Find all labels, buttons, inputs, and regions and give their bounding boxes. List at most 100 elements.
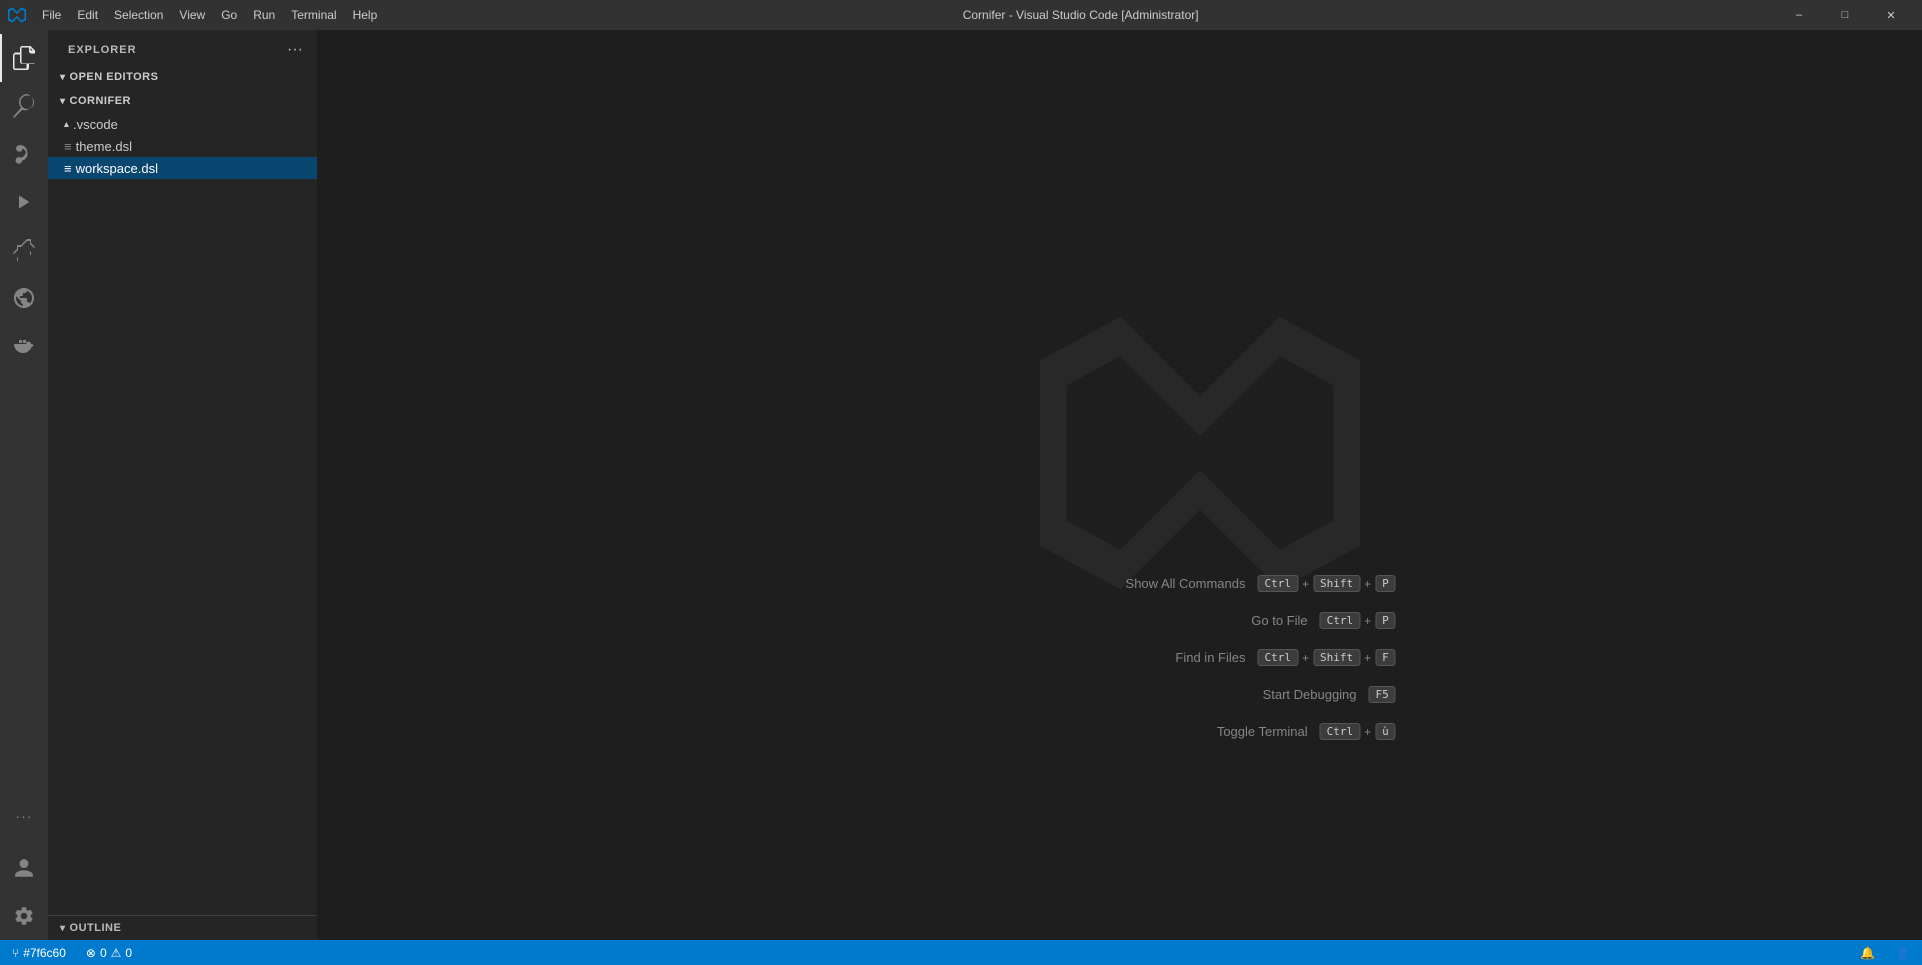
tree-theme-dsl[interactable]: ≡ theme.dsl — [48, 135, 317, 157]
close-button[interactable]: ✕ — [1868, 0, 1914, 30]
activity-more[interactable]: ··· — [0, 792, 48, 840]
status-account[interactable]: 👤 — [1891, 940, 1914, 965]
activity-settings[interactable] — [0, 892, 48, 940]
menu-help[interactable]: Help — [345, 5, 386, 25]
accounts-icon — [13, 857, 35, 879]
explorer-icon — [13, 46, 37, 70]
plus-3: + — [1364, 614, 1371, 628]
warning-count: 0 — [125, 946, 132, 960]
warning-icon: ⚠ — [111, 946, 122, 960]
toggle-terminal-keys: Ctrl + ù — [1320, 723, 1396, 740]
key-ctrl-3: Ctrl — [1257, 649, 1298, 666]
menu-selection[interactable]: Selection — [106, 5, 171, 25]
account-icon: 👤 — [1895, 946, 1910, 960]
plus-2: + — [1364, 577, 1371, 591]
status-left: ⑂ #7f6c60 ⊗ 0 ⚠ 0 — [8, 940, 136, 965]
sidebar-more-button[interactable]: ··· — [285, 39, 305, 61]
outline-section: ▾ OUTLINE — [48, 915, 317, 940]
shortcut-go-to-file: Go to File Ctrl + P — [1105, 612, 1395, 629]
menu-view[interactable]: View — [171, 5, 213, 25]
status-branch[interactable]: ⑂ #7f6c60 — [8, 940, 70, 965]
status-right: 🔔 👤 — [1856, 940, 1914, 965]
git-branch-icon: ⑂ — [12, 946, 19, 960]
tree-workspace-dsl[interactable]: ≡ workspace.dsl — [48, 157, 317, 179]
maximize-button[interactable]: □ — [1822, 0, 1868, 30]
key-shift-2: Shift — [1313, 649, 1360, 666]
more-icon: ··· — [16, 808, 33, 824]
status-errors[interactable]: ⊗ 0 ⚠ 0 — [82, 940, 136, 965]
plus-6: + — [1364, 725, 1371, 739]
branch-name: #7f6c60 — [23, 946, 66, 960]
shortcuts-list: Show All Commands Ctrl + Shift + P Go to… — [1105, 575, 1395, 740]
show-all-commands-keys: Ctrl + Shift + P — [1257, 575, 1395, 592]
status-notifications[interactable]: 🔔 — [1856, 940, 1879, 965]
menu-file[interactable]: File — [34, 5, 69, 25]
vscode-chevron: ▸ — [61, 121, 72, 126]
window-controls: – □ ✕ — [1776, 0, 1914, 30]
file-icon: ≡ — [64, 139, 72, 154]
shortcut-toggle-terminal: Toggle Terminal Ctrl + ù — [1105, 723, 1395, 740]
workspace-dsl-label: workspace.dsl — [76, 161, 317, 176]
cornifer-section[interactable]: ▾ CORNIFER — [48, 89, 317, 113]
start-debugging-label: Start Debugging — [1217, 687, 1357, 702]
key-ctrl-1: Ctrl — [1257, 575, 1298, 592]
menu-go[interactable]: Go — [213, 5, 245, 25]
window-title: Cornifer - Visual Studio Code [Administr… — [385, 8, 1776, 22]
activity-run-debug[interactable] — [0, 178, 48, 226]
key-shift-1: Shift — [1313, 575, 1360, 592]
key-p-1: P — [1375, 575, 1396, 592]
sidebar-actions: ··· — [285, 39, 305, 61]
show-all-commands-label: Show All Commands — [1105, 576, 1245, 591]
activity-source-control[interactable] — [0, 130, 48, 178]
source-control-icon — [12, 142, 36, 166]
editor-area[interactable]: Show All Commands Ctrl + Shift + P Go to… — [318, 30, 1922, 940]
menu-run[interactable]: Run — [245, 5, 283, 25]
menu-edit[interactable]: Edit — [69, 5, 106, 25]
activity-explorer[interactable] — [0, 34, 48, 82]
activity-search[interactable] — [0, 82, 48, 130]
plus-4: + — [1302, 651, 1309, 665]
extensions-icon — [12, 238, 36, 262]
remote-explorer-icon — [12, 286, 36, 310]
key-f5: F5 — [1369, 686, 1396, 703]
cornifer-chevron: ▾ — [60, 96, 66, 107]
shortcut-show-all-commands: Show All Commands Ctrl + Shift + P — [1105, 575, 1395, 592]
tree-vscode-folder[interactable]: ▸ .vscode — [48, 113, 317, 135]
status-bar: ⑂ #7f6c60 ⊗ 0 ⚠ 0 🔔 👤 — [0, 940, 1922, 965]
theme-dsl-label: theme.dsl — [76, 139, 317, 154]
sidebar-title: EXPLORER — [68, 44, 137, 56]
activity-docker[interactable] — [0, 322, 48, 370]
titlebar-left: File Edit Selection View Go Run Terminal… — [8, 5, 385, 25]
key-backtick: ù — [1375, 723, 1396, 740]
open-editors-label: OPEN EDITORS — [70, 71, 159, 83]
cornifer-label: CORNIFER — [70, 95, 131, 107]
vscode-folder-label: .vscode — [73, 117, 317, 132]
error-icon: ⊗ — [86, 946, 96, 960]
go-to-file-label: Go to File — [1168, 613, 1308, 628]
key-f: F — [1375, 649, 1396, 666]
outline-chevron: ▾ — [60, 923, 66, 934]
key-ctrl-2: Ctrl — [1320, 612, 1361, 629]
app-body: ··· EXPLORER ··· ▾ OPEN EDITORS — [0, 30, 1922, 940]
minimize-button[interactable]: – — [1776, 0, 1822, 30]
outline-header[interactable]: ▾ OUTLINE — [48, 916, 317, 940]
tree-section: ▾ OPEN EDITORS ▾ CORNIFER ▸ .vscode ≡ th… — [48, 65, 317, 915]
file-icon-selected: ≡ — [64, 161, 72, 176]
activity-extensions[interactable] — [0, 226, 48, 274]
open-editors-section[interactable]: ▾ OPEN EDITORS — [48, 65, 317, 89]
titlebar: File Edit Selection View Go Run Terminal… — [0, 0, 1922, 30]
error-count: 0 — [100, 946, 107, 960]
menu-terminal[interactable]: Terminal — [283, 5, 344, 25]
shortcut-start-debugging: Start Debugging F5 — [1105, 686, 1395, 703]
settings-icon — [13, 905, 35, 927]
start-debugging-keys: F5 — [1369, 686, 1396, 703]
key-p-2: P — [1375, 612, 1396, 629]
outline-label: OUTLINE — [70, 922, 122, 934]
activity-accounts[interactable] — [0, 844, 48, 892]
open-editors-chevron: ▾ — [60, 72, 66, 83]
key-ctrl-4: Ctrl — [1320, 723, 1361, 740]
find-in-files-label: Find in Files — [1105, 650, 1245, 665]
activity-bar: ··· — [0, 30, 48, 940]
activity-remote-explorer[interactable] — [0, 274, 48, 322]
menu-bar: File Edit Selection View Go Run Terminal… — [34, 5, 385, 25]
